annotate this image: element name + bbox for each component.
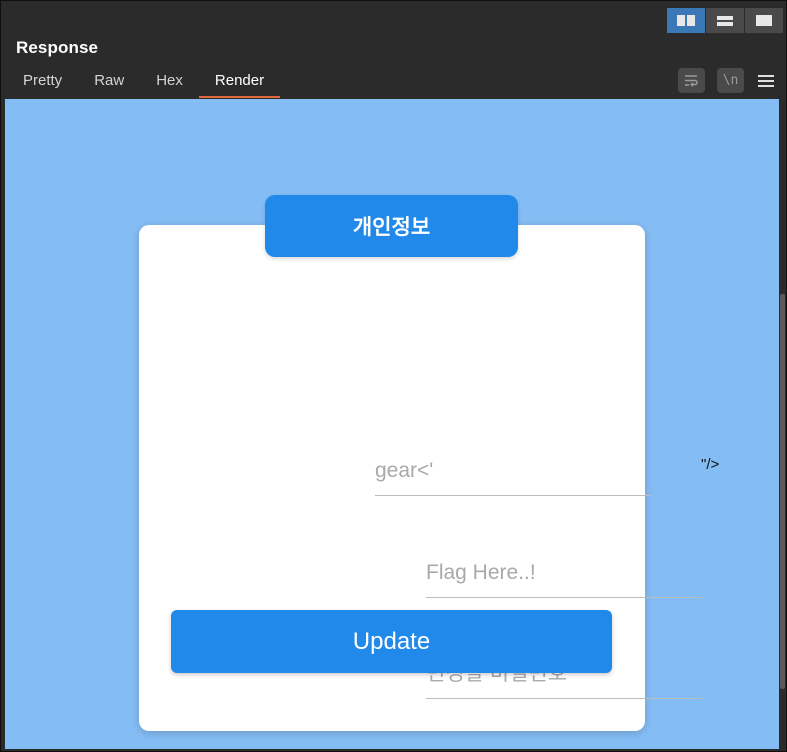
flag-input[interactable] <box>426 549 702 598</box>
update-button[interactable]: Update <box>171 610 612 673</box>
username-input[interactable] <box>375 447 651 496</box>
card-title: 개인정보 <box>265 195 518 257</box>
rendered-page: "/> 개인정보 Update <box>5 99 779 749</box>
panel-title: Response <box>16 38 99 57</box>
response-panel: Response Pretty Raw Hex Render \n "/> <box>0 0 787 752</box>
single-pane-icon <box>756 15 772 26</box>
tab-pretty[interactable]: Pretty <box>7 64 78 98</box>
stray-markup-text: "/> <box>701 456 720 473</box>
response-header: Response Pretty Raw Hex Render \n <box>2 2 785 98</box>
scrollbar-thumb[interactable] <box>780 294 785 689</box>
word-wrap-button[interactable] <box>678 68 705 93</box>
layout-stacked-button[interactable] <box>706 8 744 33</box>
layout-side-by-side-button[interactable] <box>667 8 705 33</box>
view-tabs: Pretty Raw Hex Render <box>7 64 281 98</box>
layout-single-button[interactable] <box>745 8 783 33</box>
layout-toggle <box>667 8 784 33</box>
hamburger-menu-icon[interactable] <box>758 74 774 87</box>
rows-icon <box>717 15 733 26</box>
tab-render[interactable]: Render <box>198 64 281 98</box>
tab-raw[interactable]: Raw <box>78 64 140 98</box>
view-toolbar: \n <box>678 68 774 93</box>
tab-hex[interactable]: Hex <box>140 64 199 98</box>
vertical-scrollbar[interactable] <box>779 99 786 749</box>
columns-icon <box>677 15 695 26</box>
show-newlines-button[interactable]: \n <box>717 68 744 93</box>
wrap-icon <box>685 75 698 87</box>
